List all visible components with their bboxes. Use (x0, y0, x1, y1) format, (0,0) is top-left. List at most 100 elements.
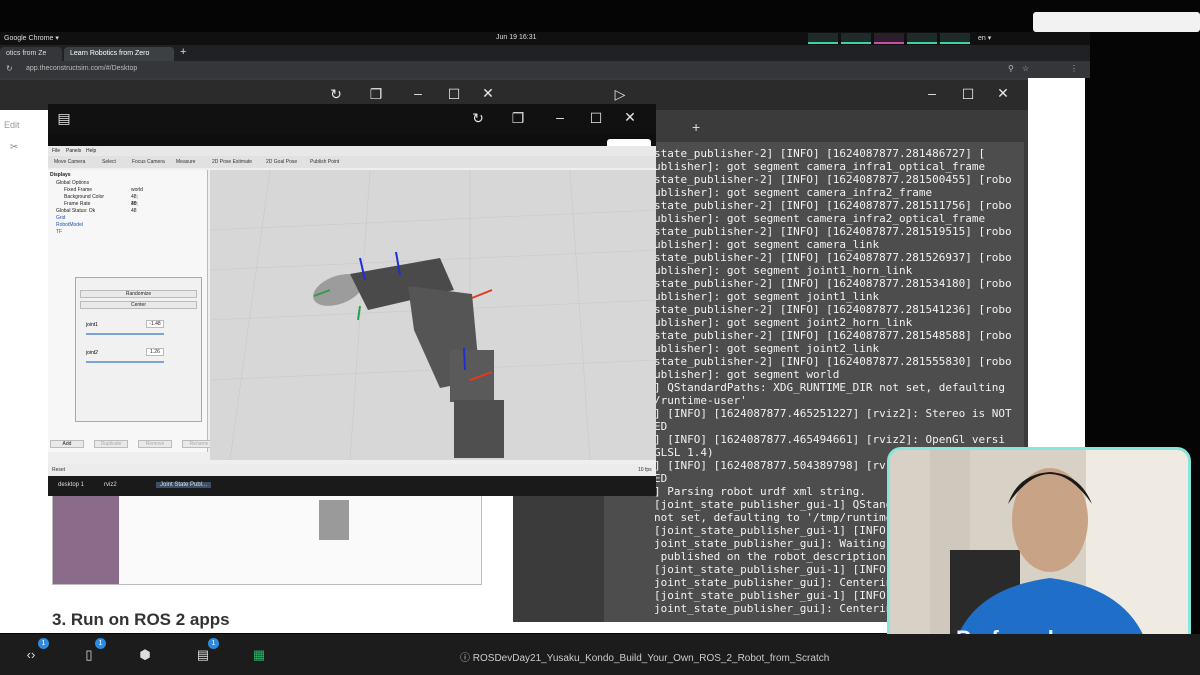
menu-help[interactable]: Help (86, 148, 96, 154)
rviz-refresh-icon[interactable]: ↻ (468, 110, 488, 127)
rviz-status-bar: Reset 10 fps (48, 464, 656, 476)
screen: Google Chrome ▾ Jun 19 16:31 en ▾ otics … (0, 0, 1200, 675)
tree-item[interactable]: TF (56, 229, 104, 236)
tool-move-camera[interactable]: Move Camera (54, 159, 85, 165)
zoom-icon[interactable]: ⚲ (1008, 64, 1014, 73)
address-bar: ↻ app.theconstructsim.com/#/Desktop ⚲ ☆ … (0, 61, 1090, 78)
url-field[interactable]: app.theconstructsim.com/#/Desktop (26, 65, 137, 72)
refresh-icon[interactable]: ↻ (326, 86, 346, 103)
tree-item[interactable]: Background Color 48; 48; 48 (56, 194, 138, 214)
desktop-icon[interactable]: ▤ (194, 647, 212, 663)
cube-icon[interactable]: ⬢ (136, 647, 154, 663)
reload-icon[interactable]: ↻ (6, 64, 13, 73)
notebook-icon[interactable]: ▯ (80, 647, 98, 663)
browser-tab-2[interactable]: Learn Robotics from Zero (64, 47, 174, 61)
reset-button[interactable]: Reset (52, 467, 65, 473)
system-clock[interactable]: Jun 19 16:31 (496, 34, 536, 41)
code-icon[interactable]: ‹› (22, 647, 40, 663)
terminal-line: ublisher]: got segment joint2_horn_link (654, 316, 913, 329)
tree-item[interactable]: Global Options (56, 180, 104, 187)
rviz-minimize-icon[interactable]: – (550, 109, 570, 125)
duplicate-display-button[interactable]: Duplicate (94, 440, 128, 448)
bookmark-icon[interactable]: ☆ (1022, 64, 1029, 73)
terminal-line: state_publisher-2] [INFO] [1624087877.28… (654, 355, 1012, 368)
monitor-icon: ▤ (57, 110, 71, 126)
language-indicator[interactable]: en ▾ (978, 34, 991, 42)
randomize-button[interactable]: Randomize (80, 290, 197, 298)
terminal-close-icon[interactable]: ✕ (993, 85, 1013, 102)
browser-tab-1[interactable]: otics from Ze (0, 47, 62, 61)
terminal-icon: ▷ (614, 86, 626, 102)
rviz-toolbar: Move Camera Select Focus Camera Measure … (48, 156, 656, 168)
tree-item[interactable]: RobotModel (56, 222, 104, 229)
close-icon[interactable]: ✕ (478, 85, 498, 102)
terminal-line: ublisher]: got segment camera_infra1_opt… (654, 160, 986, 173)
displays-title: Displays (50, 172, 71, 178)
terminal-line: ] QStandardPaths: XDG_RUNTIME_DIR not se… (654, 381, 1005, 394)
restore-icon[interactable]: ❐ (366, 86, 386, 103)
terminal-maximize-icon[interactable]: ☐ (958, 86, 978, 103)
terminal-line: ublisher]: got segment joint1_link (654, 290, 880, 303)
terminal-line: ublisher]: got segment camera_link (654, 238, 880, 251)
terminal-line: ublisher]: got segment joint1_horn_link (654, 264, 913, 277)
terminal-line: ED (654, 420, 668, 433)
new-tab-icon[interactable]: + (180, 46, 186, 58)
host-taskbar: ‹› ▯ ⬢ ▤ ▦ 1 1 1 ⓘ ROSDevDay21_Yusaku_Ko… (0, 634, 1200, 675)
tree-item[interactable]: Fixed Frame world (56, 187, 143, 194)
rviz-restore-icon[interactable]: ❐ (508, 110, 528, 127)
terminal-minimize-icon[interactable]: – (922, 85, 942, 101)
terminal-line: state_publisher-2] [INFO] [1624087877.28… (654, 251, 1012, 264)
remote-task-rviz[interactable]: rviz2 (104, 482, 117, 488)
rviz-close-icon[interactable]: ✕ (620, 109, 640, 126)
badge: 1 (95, 638, 106, 649)
tool-measure[interactable]: Measure (176, 159, 195, 165)
menu-file[interactable]: File (52, 148, 60, 154)
remote-task-jsp[interactable]: Joint State Publ... (156, 482, 212, 488)
tree-item[interactable]: Global Status: Ok (56, 208, 104, 215)
joint2-slider[interactable] (86, 361, 164, 363)
joint2-value[interactable]: 1.26 (146, 348, 164, 356)
terminal-line: ublisher]: got segment joint2_link (654, 342, 880, 355)
activities-menu[interactable]: Google Chrome ▾ (4, 34, 59, 42)
cut-icon[interactable]: ✂ (10, 142, 18, 153)
sheet-icon[interactable]: ▦ (250, 647, 268, 663)
tool-publish-point[interactable]: Publish Point (310, 159, 339, 165)
menu-icon[interactable]: ⋮ (1070, 64, 1078, 73)
rviz-application: File Panels Help Move Camera Select Focu… (48, 146, 657, 476)
terminal-line: /runtime-user' (654, 394, 747, 407)
tool-select[interactable]: Select (102, 159, 116, 165)
tree-item[interactable]: Frame Rate 30 (56, 201, 137, 208)
joint1-value[interactable]: -1.48 (146, 320, 164, 328)
tool-focus-camera[interactable]: Focus Camera (132, 159, 165, 165)
terminal-line: ] [INFO] [1624087877.465251227] [rviz2]:… (654, 407, 1012, 420)
joint2-label: joint2 (86, 350, 98, 356)
joint1-slider[interactable] (86, 333, 164, 335)
center-button[interactable]: Center (80, 301, 197, 309)
remote-task-desktop[interactable]: desktop 1 (58, 482, 84, 488)
terminal-line: state_publisher-2] [INFO] [1624087877.28… (654, 277, 1012, 290)
tool-2d-goal-pose[interactable]: 2D Goal Pose (266, 159, 297, 165)
terminal-line: state_publisher-2] [INFO] [1624087877.28… (654, 303, 1012, 316)
badge: 1 (38, 638, 49, 649)
video-title: ⓘ ROSDevDay21_Yusaku_Kondo_Build_Your_Ow… (460, 653, 830, 664)
minimize-icon[interactable]: – (408, 85, 428, 101)
terminal-line: ublisher]: got segment camera_infra2_fra… (654, 186, 933, 199)
tree-item[interactable]: Grid (56, 215, 104, 222)
terminal-line: ublisher]: got segment camera_infra2_opt… (654, 212, 986, 225)
add-display-button[interactable]: Add (50, 440, 84, 448)
3d-viewport[interactable] (209, 169, 657, 461)
terminal-line: state_publisher-2] [INFO] [1624087877.28… (654, 199, 1012, 212)
maximize-icon[interactable]: ☐ (444, 86, 464, 103)
menu-panels[interactable]: Panels (66, 148, 81, 154)
edit-label[interactable]: Edit (4, 120, 20, 130)
terminal-tab-bar: + (656, 114, 1028, 142)
system-monitor (808, 33, 970, 44)
remove-display-button[interactable]: Remove (138, 440, 172, 448)
rviz-window-titlebar: ▤ ↻ ❐ – ☐ ✕ (48, 104, 656, 134)
joint1-label: joint1 (86, 322, 98, 328)
terminal-line: state_publisher-2] [INFO] [1624087877.28… (654, 329, 1012, 342)
terminal-line: state_publisher-2] [INFO] [1624087877.28… (654, 225, 1012, 238)
rviz-maximize-icon[interactable]: ☐ (586, 110, 606, 127)
new-terminal-icon[interactable]: + (692, 119, 700, 135)
tool-2d-pose-estimate[interactable]: 2D Pose Estimate (212, 159, 252, 165)
